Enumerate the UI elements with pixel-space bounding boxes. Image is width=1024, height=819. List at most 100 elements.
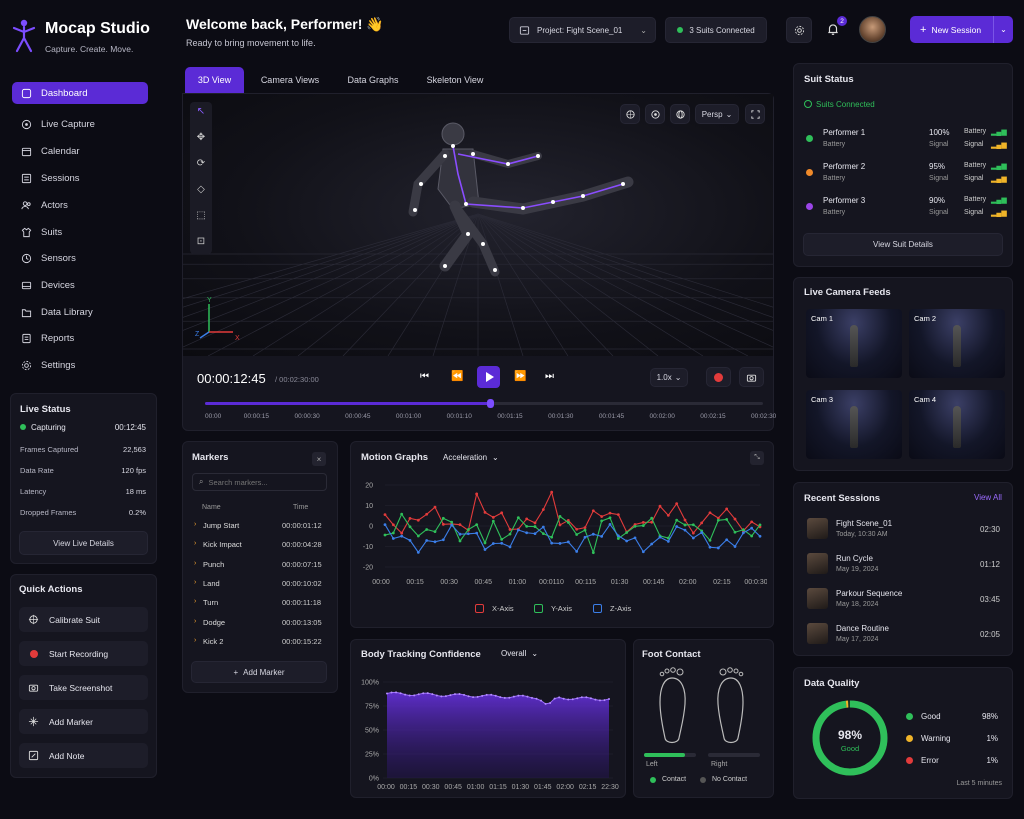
body-filter-select[interactable]: Overall ⌄ — [501, 649, 538, 658]
chevron-right-icon[interactable]: › — [194, 560, 196, 567]
skip-back-button[interactable]: ⏮ — [420, 371, 429, 382]
step-back-button[interactable]: ⏪ — [451, 371, 463, 382]
play-button[interactable] — [477, 366, 500, 388]
session-name[interactable]: Parkour Sequence — [836, 589, 902, 598]
session-thumbnail[interactable] — [807, 588, 828, 609]
session-name[interactable]: Fight Scene_01 — [836, 519, 892, 528]
performer-name[interactable]: Performer 2 — [823, 162, 865, 171]
series-point-0 — [641, 521, 645, 524]
camera-feed-2[interactable]: Cam 2 — [909, 309, 1005, 378]
markers-col-time[interactable]: Time — [293, 504, 308, 511]
project-selector[interactable]: Project: Fight Scene_01 ⌄ — [509, 17, 656, 43]
marker-name[interactable]: Land — [203, 579, 220, 588]
sidebar-item-sessions[interactable]: Sessions — [12, 167, 148, 189]
session-name[interactable]: Run Cycle — [836, 554, 873, 563]
scale-icon[interactable]: ◇ — [194, 184, 208, 198]
chevron-down-icon[interactable]: ⌄ — [993, 16, 1013, 43]
camera-feed-3[interactable]: Cam 3 — [806, 390, 902, 459]
sidebar-item-data-library[interactable]: Data Library — [12, 301, 148, 323]
markers-col-name[interactable]: Name — [202, 504, 221, 511]
tab-skeleton-view[interactable]: Skeleton View — [415, 67, 495, 93]
close-icon[interactable]: × — [312, 452, 326, 466]
marker-name[interactable]: Kick Impact — [203, 540, 242, 549]
sidebar-item-devices[interactable]: Devices — [12, 274, 148, 296]
chevron-right-icon[interactable]: › — [194, 521, 196, 528]
select-icon[interactable]: ⬚ — [194, 210, 208, 224]
live-stat-label: Dropped Frames — [20, 508, 77, 517]
tab-data-graphs[interactable]: Data Graphs — [337, 67, 409, 93]
marker-name[interactable]: Dodge — [203, 618, 225, 627]
quick-action-add-marker[interactable]: Add Marker — [19, 709, 148, 734]
notifications-button[interactable]: 2 — [826, 16, 847, 40]
series-point-2 — [483, 548, 487, 551]
chevron-right-icon[interactable]: › — [194, 579, 196, 586]
move-icon[interactable]: ✥ — [194, 132, 208, 146]
skip-forward-button[interactable]: ⏭ — [545, 371, 554, 382]
sidebar-item-reports[interactable]: Reports — [12, 327, 148, 349]
camera-feed-4[interactable]: Cam 4 — [909, 390, 1005, 459]
session-name[interactable]: Dance Routine — [836, 624, 889, 633]
speed-select[interactable]: 1.0x ⌄ — [650, 368, 688, 387]
chevron-right-icon[interactable]: › — [194, 637, 196, 644]
legend-swatch[interactable] — [475, 604, 484, 613]
search-input[interactable] — [208, 477, 319, 487]
metric-select[interactable]: Acceleration ⌄ — [443, 453, 499, 462]
view-all-link[interactable]: View All — [974, 493, 1002, 502]
tab-camera-views[interactable]: Camera Views — [250, 67, 330, 93]
pointer-icon[interactable]: ↖ — [194, 106, 208, 120]
avatar[interactable] — [859, 16, 886, 43]
series-point-2 — [416, 550, 420, 554]
new-session-button[interactable]: + New Session ⌄ — [910, 16, 1013, 43]
marker-name[interactable]: Jump Start — [203, 521, 239, 530]
view-live-details-button[interactable]: View Live Details — [19, 531, 148, 555]
timeline-track[interactable] — [205, 399, 763, 408]
quality-label: Error — [921, 756, 939, 765]
graph-options-icon[interactable]: ⤡ — [750, 451, 764, 465]
fullscreen-button[interactable] — [745, 104, 765, 124]
3d-viewport[interactable]: Persp ⌄ Y X Z ↖ ✥ ⟳ ◇ ⬚ ⊡ — [183, 94, 773, 356]
camera-feed-1[interactable]: Cam 1 — [806, 309, 902, 378]
record-button[interactable] — [706, 367, 731, 387]
sidebar-item-sensors[interactable]: Sensors — [12, 247, 148, 269]
chevron-right-icon[interactable]: › — [194, 618, 196, 625]
suits-connected-indicator[interactable]: 3 Suits Connected — [665, 17, 767, 43]
session-thumbnail[interactable] — [807, 623, 828, 644]
quick-action-start-recording[interactable]: Start Recording — [19, 641, 148, 666]
perspective-select[interactable]: Persp ⌄ — [695, 104, 739, 124]
view-suit-details-button[interactable]: View Suit Details — [803, 233, 1003, 256]
sidebar-item-calendar[interactable]: Calendar — [12, 140, 148, 162]
screenshot-button[interactable] — [739, 367, 764, 387]
sidebar-item-actors[interactable]: Actors — [12, 194, 148, 216]
tab-3d-view[interactable]: 3D View — [185, 67, 244, 93]
add-marker-button[interactable]: + Add Marker — [191, 661, 327, 683]
sidebar-item-settings[interactable]: Settings — [12, 354, 148, 376]
marker-name[interactable]: Turn — [203, 598, 218, 607]
view-toggle-3[interactable] — [670, 104, 690, 124]
session-thumbnail[interactable] — [807, 553, 828, 574]
session-thumbnail[interactable] — [807, 518, 828, 539]
quick-action-take-screenshot[interactable]: Take Screenshot — [19, 675, 148, 700]
performer-name[interactable]: Performer 3 — [823, 196, 865, 205]
frame-icon[interactable]: ⊡ — [194, 236, 208, 250]
markers-search[interactable]: ⌕ — [192, 473, 327, 491]
rotate-icon[interactable]: ⟳ — [194, 158, 208, 172]
sidebar-item-live-capture[interactable]: Live Capture — [12, 113, 148, 135]
marker-name[interactable]: Kick 2 — [203, 637, 223, 646]
chevron-right-icon[interactable]: › — [194, 540, 196, 547]
sidebar-item-dashboard[interactable]: Dashboard — [12, 82, 148, 104]
marker-name[interactable]: Punch — [203, 560, 224, 569]
settings-button[interactable] — [786, 17, 812, 43]
view-toggle-2[interactable] — [645, 104, 665, 124]
quick-action-add-note[interactable]: Add Note — [19, 743, 148, 768]
sidebar-item-suits[interactable]: Suits — [12, 221, 148, 243]
legend-swatch[interactable] — [534, 604, 543, 613]
step-forward-button[interactable]: ⏩ — [514, 371, 526, 382]
legend-swatch[interactable] — [593, 604, 602, 613]
view-toggle-1[interactable] — [620, 104, 640, 124]
no-contact-legend-label: No Contact — [712, 776, 748, 783]
quick-action-calibrate-suit[interactable]: Calibrate Suit — [19, 607, 148, 632]
chevron-right-icon[interactable]: › — [194, 598, 196, 605]
timeline-scrubber[interactable] — [486, 399, 494, 408]
performer-name[interactable]: Performer 1 — [823, 128, 865, 137]
quality-dot — [906, 713, 913, 720]
